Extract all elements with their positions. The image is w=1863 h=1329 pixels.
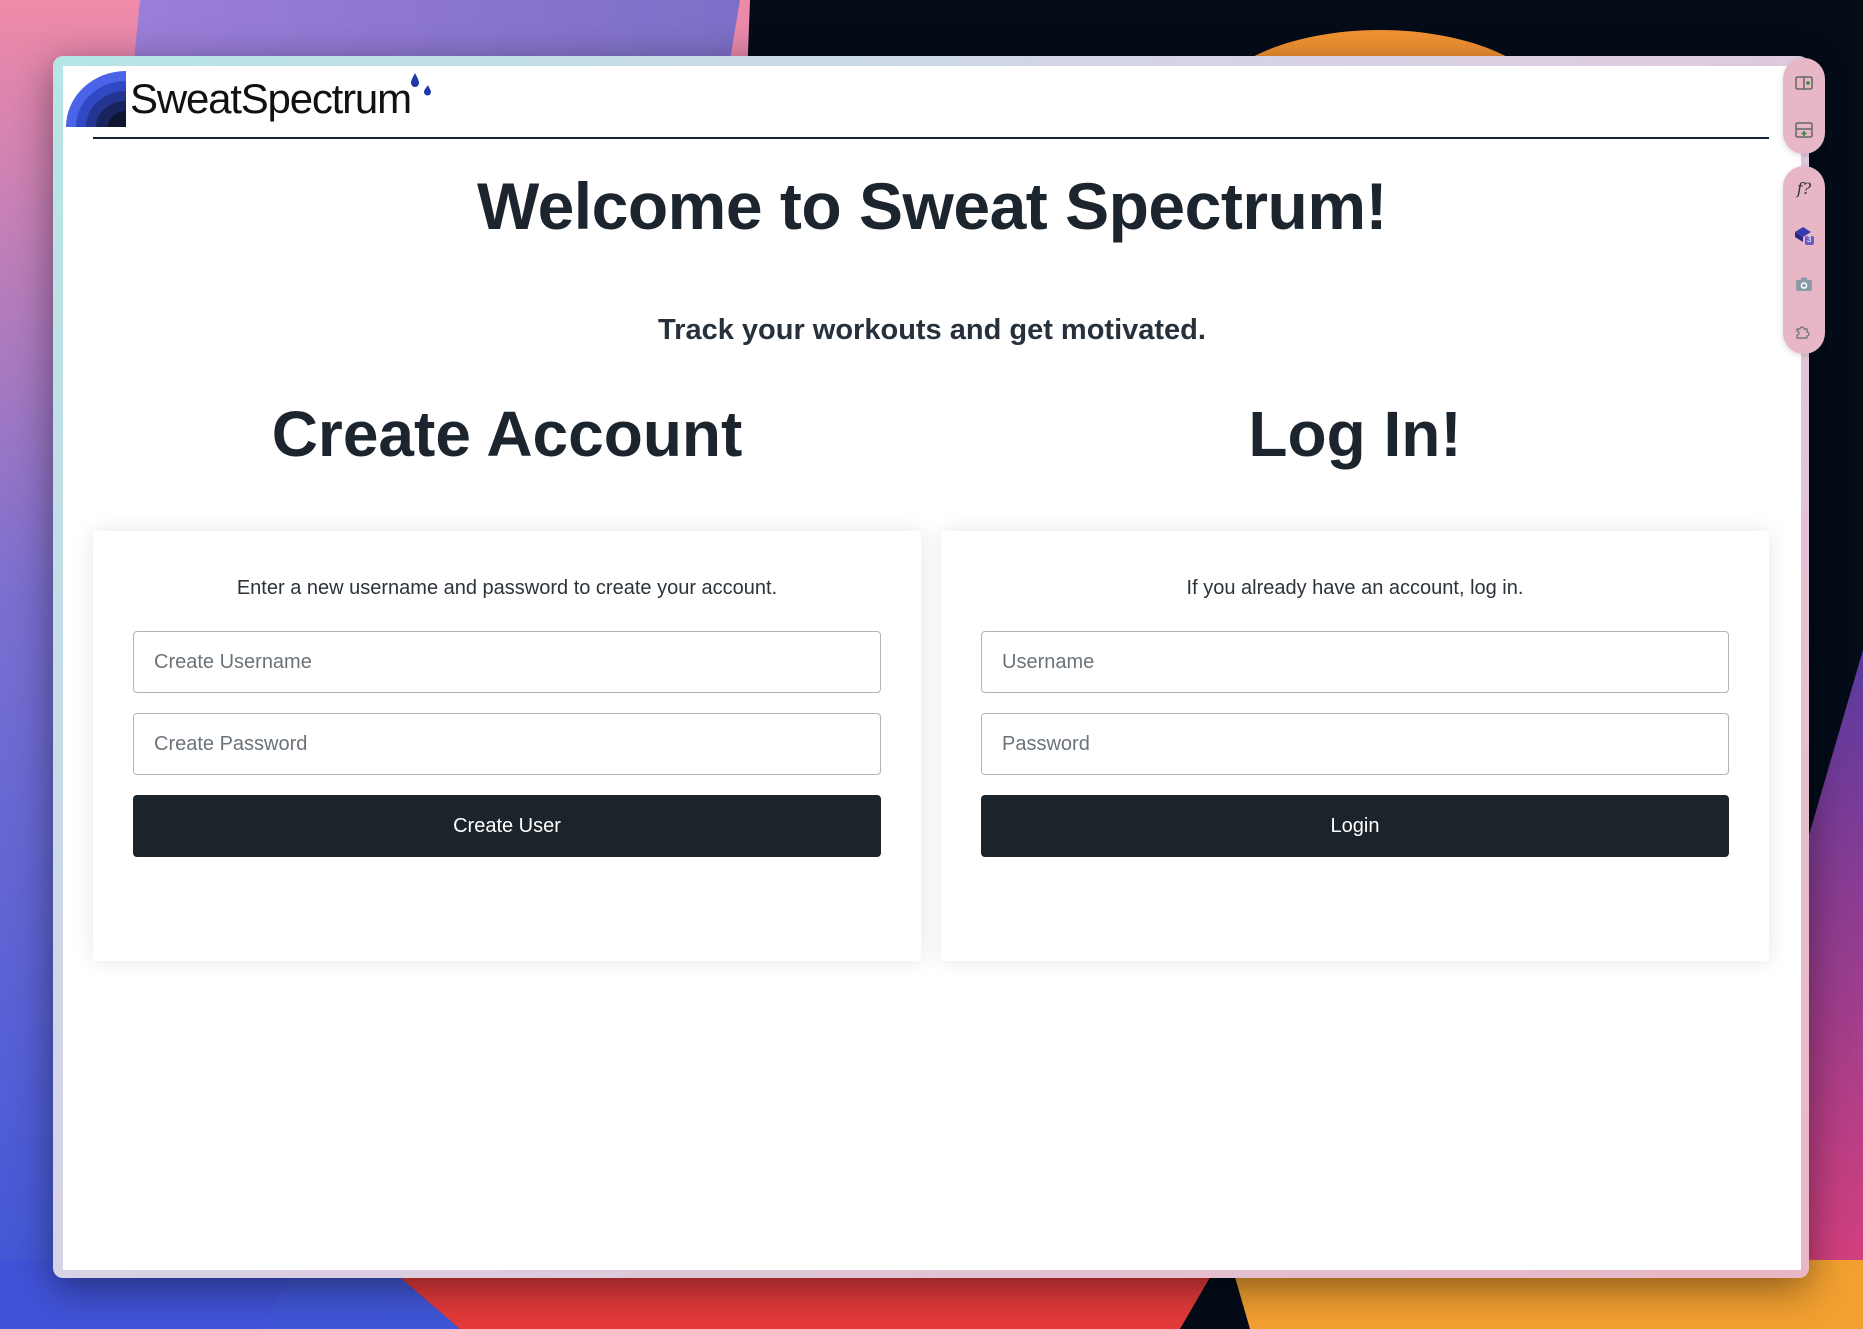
formula-icon[interactable]: f?: [1792, 176, 1816, 200]
split-view-add-icon[interactable]: [1792, 71, 1816, 95]
browser-toolbar-group-bottom: f? 3: [1783, 166, 1825, 354]
login-card: If you already have an account, log in. …: [941, 531, 1769, 961]
extension-badge: 3: [1807, 235, 1812, 244]
sweat-drop-icon: [410, 73, 431, 96]
panel-add-icon[interactable]: [1792, 118, 1816, 142]
logo-text: SweatSpectrum: [130, 75, 412, 122]
create-password-input[interactable]: [133, 713, 881, 775]
puzzle-icon[interactable]: [1792, 319, 1816, 343]
login-description: If you already have an account, log in.: [1186, 577, 1524, 599]
extension-cube-icon[interactable]: 3: [1792, 223, 1816, 247]
create-user-button[interactable]: Create User: [133, 795, 881, 857]
login-password-input[interactable]: [981, 713, 1729, 775]
header-divider: [93, 137, 1769, 139]
page-content: SweatSpectrum Welcome to Sweat Spectrum!…: [63, 66, 1801, 1270]
create-username-input[interactable]: [133, 631, 881, 693]
login-heading: Log In!: [1248, 398, 1462, 470]
login-button[interactable]: Login: [981, 795, 1729, 857]
page-tagline: Track your workouts and get motivated.: [658, 314, 1206, 346]
create-account-description: Enter a new username and password to cre…: [236, 577, 778, 599]
create-account-heading: Create Account: [271, 398, 743, 470]
page-title: Welcome to Sweat Spectrum!: [476, 169, 1388, 243]
app-logo[interactable]: SweatSpectrum: [66, 71, 435, 127]
login-username-input[interactable]: [981, 631, 1729, 693]
browser-toolbar-group-top: [1783, 58, 1825, 154]
logo-mark-icon: [66, 71, 126, 127]
camera-icon[interactable]: [1792, 272, 1816, 296]
formula-label: f?: [1796, 178, 1812, 198]
create-account-card: Enter a new username and password to cre…: [93, 531, 921, 961]
